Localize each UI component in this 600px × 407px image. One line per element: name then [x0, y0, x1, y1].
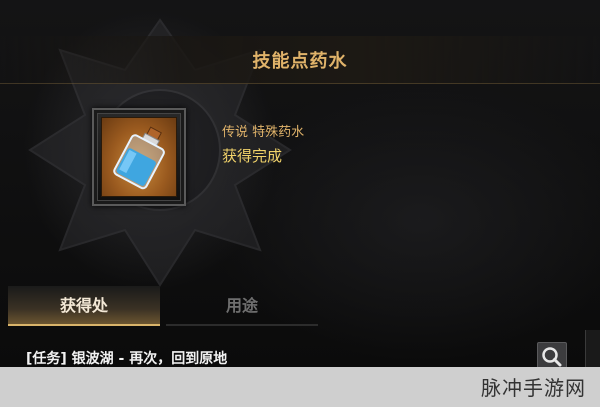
item-slot[interactable]: [92, 108, 186, 206]
tab-obtain-location[interactable]: 获得处: [8, 286, 160, 326]
game-screen: 技能点药水 传说 特殊药水 获得完成 获得处 用途 [任务] 银波湖 - 再次，…: [0, 0, 600, 407]
item-icon-background: [101, 117, 177, 197]
tab-bar: 获得处 用途: [8, 286, 320, 326]
tab-usage[interactable]: 用途: [166, 286, 318, 326]
item-type-label: 传说 特殊药水: [222, 125, 305, 140]
potion-bottle-icon: [113, 126, 165, 190]
window-title: 技能点药水: [252, 51, 348, 72]
item-status-label: 获得完成: [222, 147, 283, 165]
item-detail-panel: 技能点药水 传说 特殊药水 获得完成 获得处 用途 [任务] 银波湖 - 再次，…: [0, 0, 600, 407]
task-text: [任务] 银波湖 - 再次，回到原地: [26, 351, 228, 367]
watermark-text: 脉冲手游网: [481, 376, 586, 400]
